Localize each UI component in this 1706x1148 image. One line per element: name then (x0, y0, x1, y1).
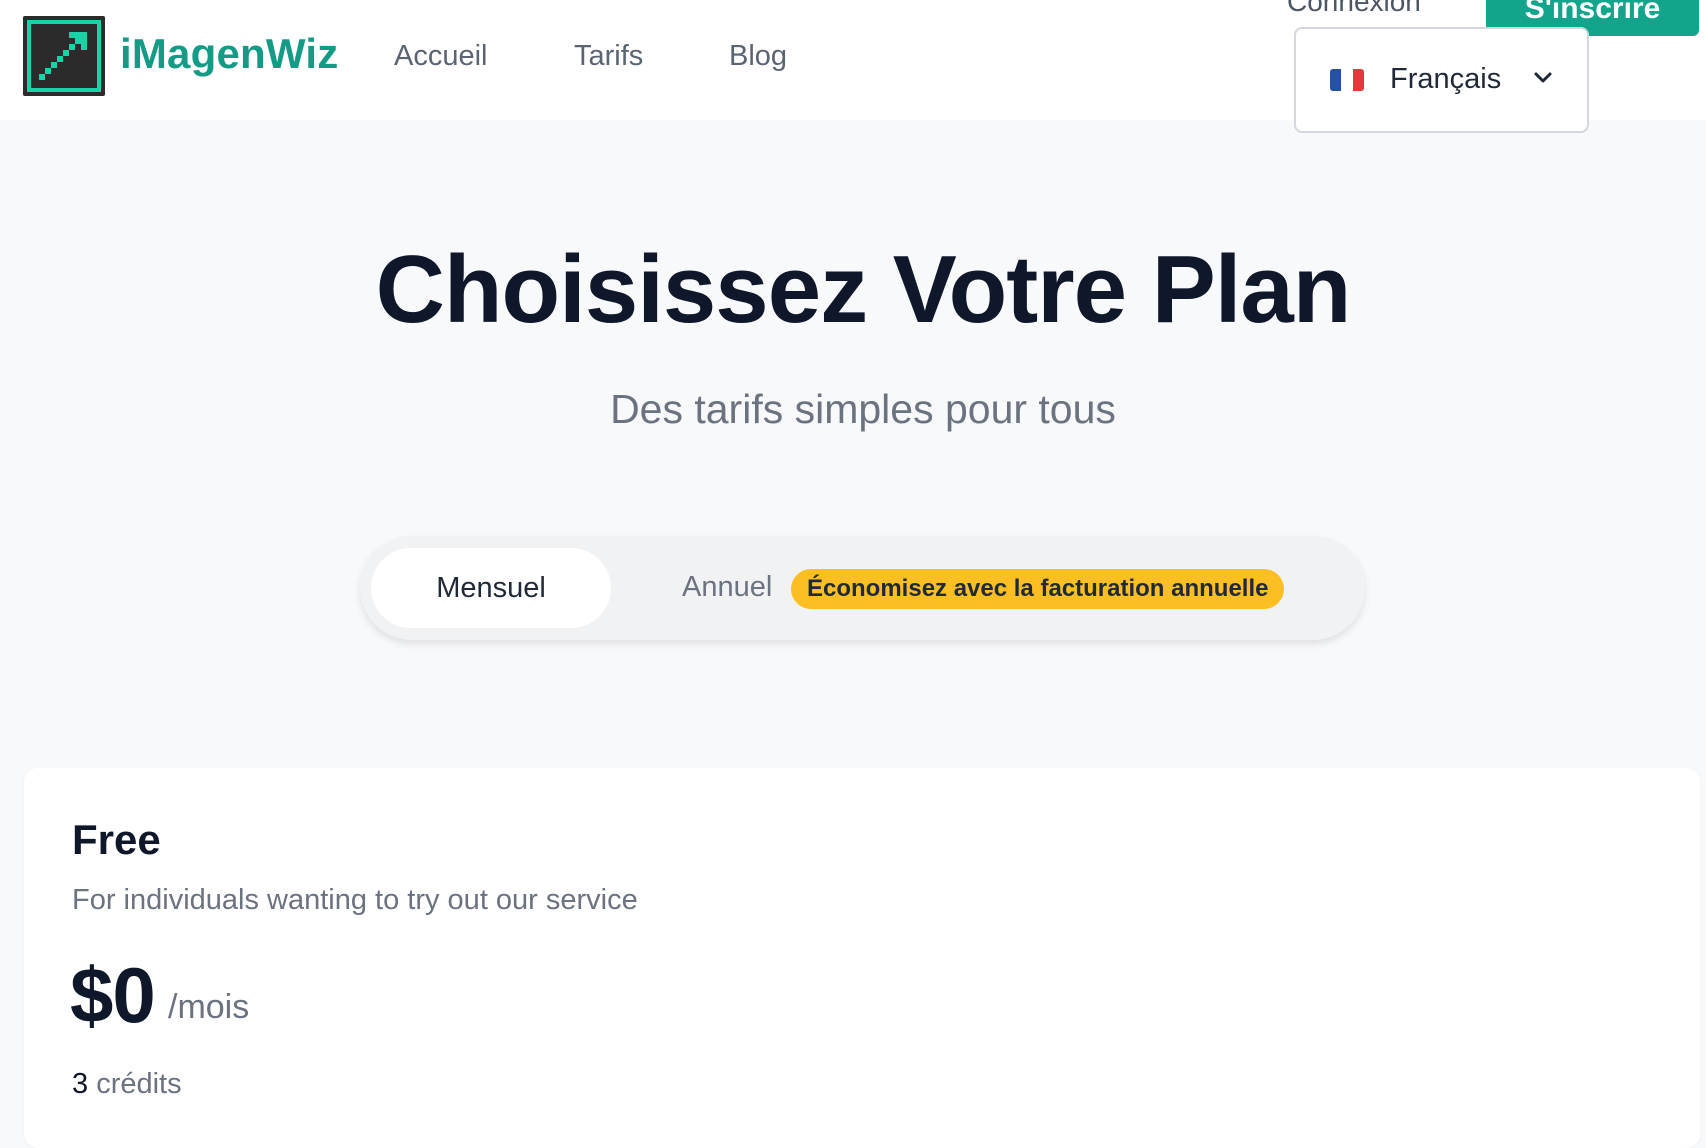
brand-name[interactable]: iMagenWiz (120, 30, 338, 78)
logo-icon[interactable] (23, 16, 105, 96)
plan-card-free: Free For individuals wanting to try out … (24, 768, 1700, 1148)
monthly-billing-tab[interactable]: Mensuel (371, 548, 611, 628)
page-title: Choisissez Votre Plan (375, 236, 1352, 343)
nav-link-accueil[interactable]: Accueil (394, 40, 488, 73)
billing-period-toggle: Mensuel Annuel Économisez avec la factur… (360, 536, 1365, 640)
annual-billing-tab[interactable]: Annuel (682, 571, 772, 604)
language-label: Français (1390, 63, 1502, 95)
nav-link-tarifs[interactable]: Tarifs (574, 40, 643, 73)
nav-link-blog[interactable]: Blog (729, 40, 787, 73)
plan-credits-label: crédits (96, 1068, 182, 1100)
language-selector[interactable]: Français (1294, 27, 1589, 133)
site-header: iMagenWiz Accueil Tarifs Blog Connexion … (0, 0, 1706, 133)
plan-credits: 3 crédits (72, 1068, 182, 1101)
page-subtitle: Des tarifs simples pour tous (610, 386, 1116, 432)
trend-up-arrow-icon (27, 20, 101, 92)
plan-price: $0 (70, 951, 156, 1039)
plan-name: Free (72, 816, 161, 863)
france-flag-icon (1330, 69, 1364, 91)
annual-savings-badge: Économisez avec la facturation annuelle (791, 569, 1285, 609)
login-link[interactable]: Connexion (1287, 0, 1421, 18)
plan-credits-value: 3 (72, 1068, 89, 1100)
plan-description: For individuals wanting to try out our s… (72, 884, 638, 916)
chevron-down-icon (1534, 72, 1552, 83)
plan-period: /mois (168, 988, 250, 1026)
